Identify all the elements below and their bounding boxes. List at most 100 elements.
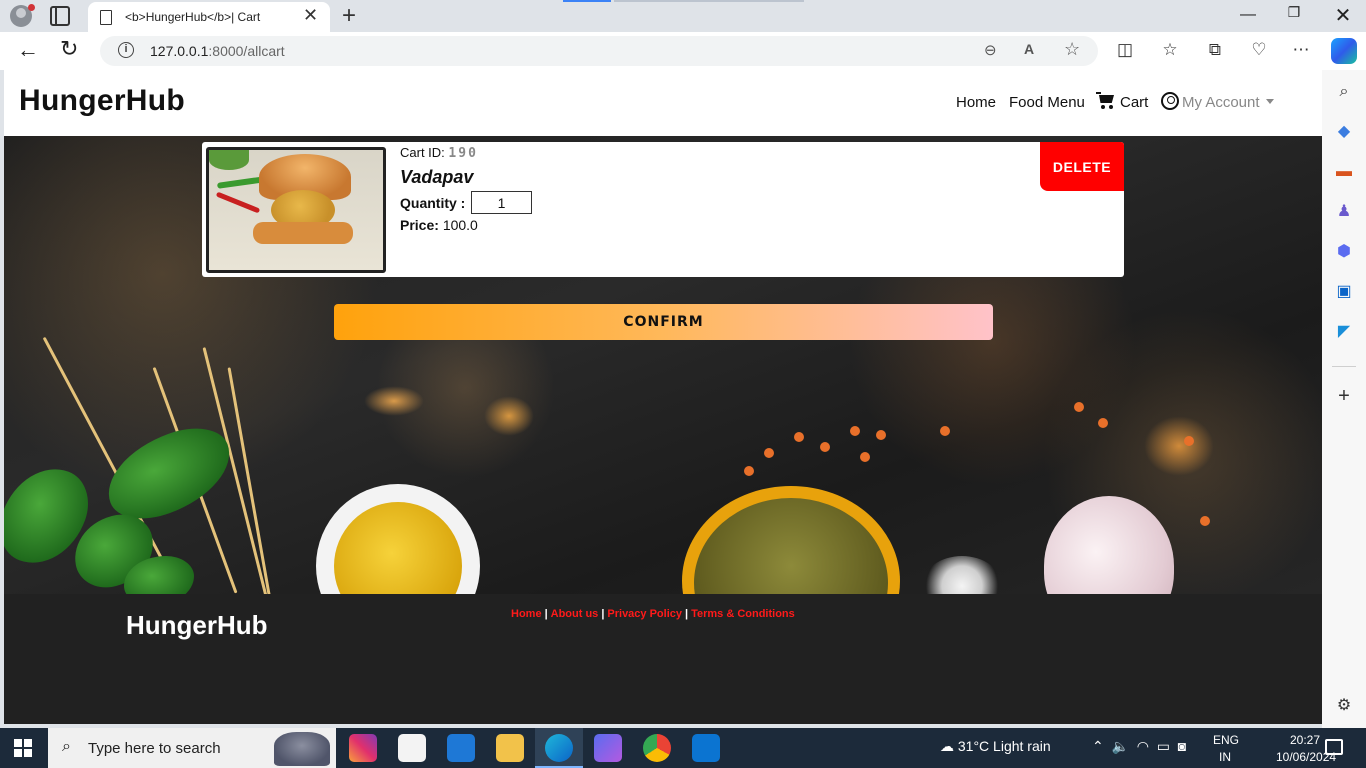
footer-terms-link[interactable]: Terms & Conditions (691, 608, 795, 620)
nav-account-label: My Account (1182, 94, 1260, 111)
new-tab-icon[interactable]: + (338, 2, 360, 30)
outlook-icon[interactable]: ▣ (1334, 282, 1354, 302)
profile-notification-dot (28, 4, 35, 11)
lentil (820, 442, 830, 452)
basil-leaf (95, 416, 243, 531)
pesto-bowl (682, 486, 900, 594)
zoom-icon[interactable]: ⊖ (984, 41, 997, 59)
site-header: HungerHub Home Food Menu Cart My Account (4, 70, 1322, 136)
search-icon[interactable]: ⌕ (1334, 82, 1354, 102)
taskbar-search-placeholder: Type here to search (88, 740, 221, 757)
mail-icon[interactable] (447, 734, 475, 762)
spice-pile (364, 386, 424, 416)
instagram-icon[interactable] (349, 734, 377, 762)
games-icon[interactable]: ♟ (1334, 202, 1354, 222)
footer-privacy-link[interactable]: Privacy Policy (607, 608, 682, 620)
nav-account-dropdown[interactable]: My Account (1161, 92, 1274, 111)
footer-home-link[interactable]: Home (511, 608, 542, 620)
shopping-tag-icon[interactable]: ◆ (1334, 122, 1354, 142)
nav-food-menu-link[interactable]: Food Menu (1009, 94, 1085, 111)
minimize-icon[interactable]: — (1238, 6, 1258, 24)
lentil (1184, 436, 1194, 446)
restore-icon[interactable]: ❐ (1284, 4, 1304, 21)
collections-icon[interactable]: ⧉ (1204, 40, 1226, 60)
confirm-button[interactable]: CONFIRM (334, 304, 993, 340)
loading-track (614, 0, 804, 2)
notification-icon[interactable] (1325, 739, 1343, 755)
browser-title-bar: <b>HungerHub</b>| Cart ✕ + — ❐ ✕ (0, 0, 1366, 32)
lentil (860, 452, 870, 462)
footer-links: Home | About us | Privacy Policy | Terms & Con… (511, 608, 795, 620)
footer-about-link[interactable]: About us (551, 608, 599, 620)
window-close-icon[interactable]: ✕ (1331, 3, 1355, 28)
cart-icon (1096, 92, 1116, 109)
tools-icon[interactable]: ▬ (1334, 162, 1354, 182)
copilot-icon[interactable] (1331, 38, 1357, 64)
weather-widget[interactable]: ☁ 31°C Light rain (940, 738, 1051, 755)
cart-id-label: Cart ID: (400, 145, 445, 160)
page-viewport: HungerHub Home Food Menu Cart My Account (4, 70, 1322, 724)
tab-actions-icon[interactable] (50, 6, 70, 26)
lentil (1098, 418, 1108, 428)
site-brand[interactable]: HungerHub (19, 84, 185, 118)
language-indicator[interactable]: ENG (1213, 733, 1239, 747)
vscode-icon[interactable] (692, 734, 720, 762)
file-explorer-icon[interactable] (496, 734, 524, 762)
windows-start-icon[interactable] (14, 739, 32, 757)
site-info-icon[interactable]: i (118, 42, 134, 58)
lentil (764, 448, 774, 458)
page-icon (100, 10, 112, 25)
clock-time[interactable]: 20:27 (1290, 733, 1320, 747)
site-footer: HungerHub Home | About us | Privacy Policy | T… (4, 594, 1322, 724)
tab-close-icon[interactable]: ✕ (303, 5, 318, 26)
quantity-label: Quantity : (400, 195, 466, 211)
browser-essentials-icon[interactable]: ♡ (1248, 40, 1270, 60)
favorites-icon[interactable]: ☆ (1159, 40, 1181, 60)
delete-button[interactable]: DELETE (1040, 142, 1124, 191)
microsoft-store-icon[interactable] (398, 734, 426, 762)
region-indicator[interactable]: IN (1219, 750, 1231, 764)
lentil (744, 466, 754, 476)
add-sidebar-app-icon[interactable]: + (1334, 386, 1354, 406)
nav-cart-link[interactable]: Cart (1096, 92, 1148, 111)
copilot-taskbar-icon[interactable] (594, 734, 622, 762)
more-options-icon[interactable]: ⋯ (1290, 40, 1312, 60)
caret-down-icon (1265, 99, 1274, 104)
refresh-icon[interactable]: ↻ (60, 36, 78, 62)
sidebar-settings-icon[interactable]: ⚙ (1334, 696, 1354, 716)
url-host: 127.0.0.1 (150, 43, 209, 59)
address-url[interactable]: 127.0.0.1:8000/allcart (150, 43, 285, 59)
browser-toolbar: ← ↻ i 127.0.0.1:8000/allcart ⊖ A ☆ ◫ ☆ ⧉… (0, 32, 1366, 70)
split-screen-icon[interactable]: ◫ (1114, 40, 1136, 60)
drop-icon[interactable]: ◤ (1334, 322, 1354, 342)
lentil (850, 426, 860, 436)
footer-brand: HungerHub (126, 610, 268, 640)
tray-icons[interactable]: ⌃ 🔈 ◠ ▭ ◙ (1092, 738, 1186, 755)
lentil (794, 432, 804, 442)
vadapav-image (206, 147, 386, 273)
nav-home-link[interactable]: Home (956, 94, 996, 111)
salt-pile (922, 556, 1002, 594)
weather-icon: ☁ (940, 738, 954, 754)
footer-separator: | (601, 608, 605, 620)
price-label: Price: (400, 217, 439, 233)
user-circle-icon (1161, 92, 1179, 110)
favorite-star-icon[interactable]: ☆ (1064, 39, 1080, 60)
sidebar-divider (1332, 366, 1356, 367)
price-value: 100.0 (442, 217, 478, 233)
tab-title: <b>HungerHub</b>| Cart (125, 10, 261, 24)
address-bar[interactable]: i 127.0.0.1:8000/allcart ⊖ A ☆ (100, 36, 1098, 66)
edge-icon[interactable] (545, 734, 573, 762)
search-highlight-art (274, 732, 330, 766)
back-icon[interactable]: ← (17, 37, 39, 63)
hero-background: Cart ID: 190 Vadapav Quantity : Price: 1… (4, 136, 1322, 594)
read-aloud-icon[interactable]: A (1024, 41, 1034, 57)
quantity-input[interactable] (471, 191, 532, 214)
footer-separator: | (544, 608, 548, 620)
taskbar-search[interactable]: ⌕ Type here to search (48, 728, 336, 768)
browser-tab-cart[interactable]: <b>HungerHub</b>| Cart ✕ (88, 2, 330, 32)
lentil (1074, 402, 1084, 412)
microsoft365-icon[interactable]: ⬢ (1334, 242, 1354, 262)
red-chilli (215, 191, 261, 214)
chrome-icon[interactable] (643, 734, 671, 762)
